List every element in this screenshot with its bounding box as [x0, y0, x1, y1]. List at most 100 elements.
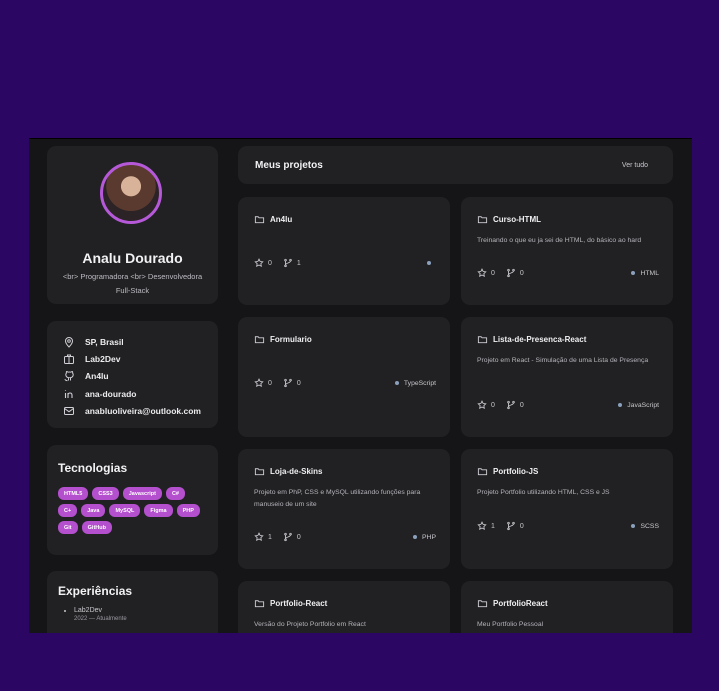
- project-footer: 0 0 HTML: [477, 268, 659, 278]
- project-card[interactable]: An4lu 0 1: [238, 197, 450, 305]
- tag-cplus: C+: [58, 504, 78, 517]
- tag-csharp: C#: [165, 487, 185, 500]
- project-stars-count: 1: [268, 533, 272, 541]
- see-all-link[interactable]: Ver tudo: [622, 162, 648, 169]
- info-company: Lab2Dev: [63, 350, 218, 367]
- app-frame: Analu Dourado <br> Programadora <br> Des…: [29, 138, 692, 633]
- star-icon: [254, 378, 264, 388]
- tag-java: Java: [81, 504, 106, 517]
- project-description: Meu Portfolio Pessoal: [477, 621, 544, 628]
- folder-icon: [477, 216, 488, 224]
- project-description: Versão do Projeto Portfolio em React: [254, 621, 366, 628]
- folder-icon: [477, 336, 488, 344]
- project-name: Curso-HTML: [493, 215, 541, 224]
- project-forks: 0: [283, 378, 301, 388]
- briefcase-icon: [64, 354, 74, 364]
- project-title: Loja-de-Skins: [254, 466, 322, 477]
- project-forks: 0: [283, 532, 301, 542]
- info-email-text: anabluoliveira@outlook.com: [85, 405, 201, 416]
- info-linkedin[interactable]: ana-dourado: [63, 385, 218, 402]
- project-title: Curso-HTML: [477, 214, 541, 225]
- profile-bio: <br> Programadora <br> Desenvolvedora Fu…: [62, 272, 203, 295]
- fork-icon: [507, 400, 515, 410]
- project-footer: 1 0 SCSS: [477, 521, 659, 531]
- project-footer: 0 1: [254, 258, 436, 268]
- project-name: Lista-de-Presenca-React: [493, 335, 587, 344]
- technologies-title: Tecnologias: [58, 461, 128, 475]
- profile-name: Analu Dourado: [82, 250, 183, 266]
- project-stars: 0: [477, 400, 495, 410]
- project-stars: 0: [477, 268, 495, 278]
- info-linkedin-text: ana-dourado: [85, 388, 137, 399]
- project-title: PortfolioReact: [477, 598, 548, 609]
- project-language: [427, 261, 436, 265]
- project-name: Portfolio-JS: [493, 467, 539, 476]
- project-language: TypeScript: [394, 379, 436, 387]
- fork-icon: [284, 532, 292, 542]
- project-stars-count: 0: [491, 269, 495, 277]
- folder-icon: [254, 600, 265, 608]
- folder-icon: [254, 468, 265, 476]
- language-dot: [618, 403, 623, 407]
- project-card[interactable]: Lista-de-Presenca-React Projeto em React…: [461, 317, 673, 437]
- location-icon: [64, 336, 74, 348]
- project-title: An4lu: [254, 214, 292, 225]
- folder-icon: [254, 336, 265, 344]
- experience-company: Lab2Dev: [74, 607, 103, 614]
- info-github[interactable]: An4lu: [63, 368, 218, 385]
- folder-icon: [477, 468, 488, 476]
- fork-icon: [507, 521, 515, 531]
- project-name: Loja-de-Skins: [270, 467, 323, 476]
- technology-tags: HTML5 CSS3 Javascript C# C+ Java MySQL F…: [58, 487, 208, 534]
- language-dot: [631, 271, 636, 275]
- star-icon: [477, 521, 487, 531]
- linkedin-icon: [64, 389, 73, 398]
- info-location: SP, Brasil: [63, 333, 218, 350]
- language-dot: [631, 524, 636, 528]
- project-stars-count: 0: [268, 379, 272, 387]
- info-email[interactable]: anabluoliveira@outlook.com: [63, 402, 218, 419]
- language-dot: [427, 261, 431, 265]
- project-card[interactable]: Portfolio-React Versão do Projeto Portfo…: [238, 581, 450, 633]
- project-card[interactable]: Curso-HTML Treinando o que eu ja sei de …: [461, 197, 673, 305]
- project-language-text: TypeScript: [403, 379, 436, 387]
- project-footer: 0 0 TypeScript: [254, 378, 436, 388]
- experience-list: Lab2Dev 2022 — Atualmente: [58, 607, 218, 622]
- project-footer: 0 0 JavaScript: [477, 400, 659, 410]
- project-card[interactable]: Formulario 0 0 TypeScript: [238, 317, 450, 437]
- project-forks-count: 1: [296, 259, 301, 267]
- tag-javascript: Javascript: [122, 487, 162, 500]
- project-stars: 1: [477, 521, 495, 531]
- project-stars: 1: [254, 532, 272, 542]
- project-stars-count: 0: [268, 259, 272, 267]
- project-stars: 0: [254, 258, 272, 268]
- project-language: SCSS: [631, 523, 659, 530]
- experience-item: Lab2Dev 2022 — Atualmente: [74, 607, 218, 622]
- project-title: Lista-de-Presenca-React: [477, 334, 586, 345]
- project-card[interactable]: Loja-de-Skins Projeto em PhP, CSS e MySQ…: [238, 449, 450, 569]
- tag-figma: Figma: [144, 504, 173, 517]
- project-name: Portfolio-React: [270, 599, 328, 608]
- experiences-card: Experiências Lab2Dev 2022 — Atualmente: [47, 571, 218, 633]
- project-title: Formulario: [254, 334, 312, 345]
- project-footer: 1 0 PHP: [254, 532, 436, 542]
- profile-card: Analu Dourado <br> Programadora <br> Des…: [47, 146, 218, 304]
- project-description: Projeto em React - Simulação de uma List…: [477, 357, 649, 364]
- info-company-text: Lab2Dev: [85, 353, 121, 364]
- project-title: Portfolio-JS: [477, 466, 538, 477]
- project-card[interactable]: PortfolioReact Meu Portfolio Pessoal: [461, 581, 673, 633]
- project-forks-count: 0: [519, 401, 524, 409]
- github-icon: [64, 371, 74, 382]
- project-name: An4lu: [270, 215, 293, 224]
- projects-header: Meus projetos Ver tudo: [238, 146, 673, 184]
- project-forks-count: 0: [296, 379, 301, 387]
- project-language-text: SCSS: [640, 522, 659, 530]
- info-location-text: SP, Brasil: [85, 336, 124, 347]
- tag-mysql: MySQL: [109, 504, 141, 517]
- project-forks: 0: [506, 400, 524, 410]
- project-name: Formulario: [270, 335, 312, 344]
- project-language: JavaScript: [618, 402, 659, 409]
- project-card[interactable]: Portfolio-JS Projeto Portfolio utilizand…: [461, 449, 673, 569]
- tag-git: Git: [58, 521, 78, 534]
- project-title: Portfolio-React: [254, 598, 327, 609]
